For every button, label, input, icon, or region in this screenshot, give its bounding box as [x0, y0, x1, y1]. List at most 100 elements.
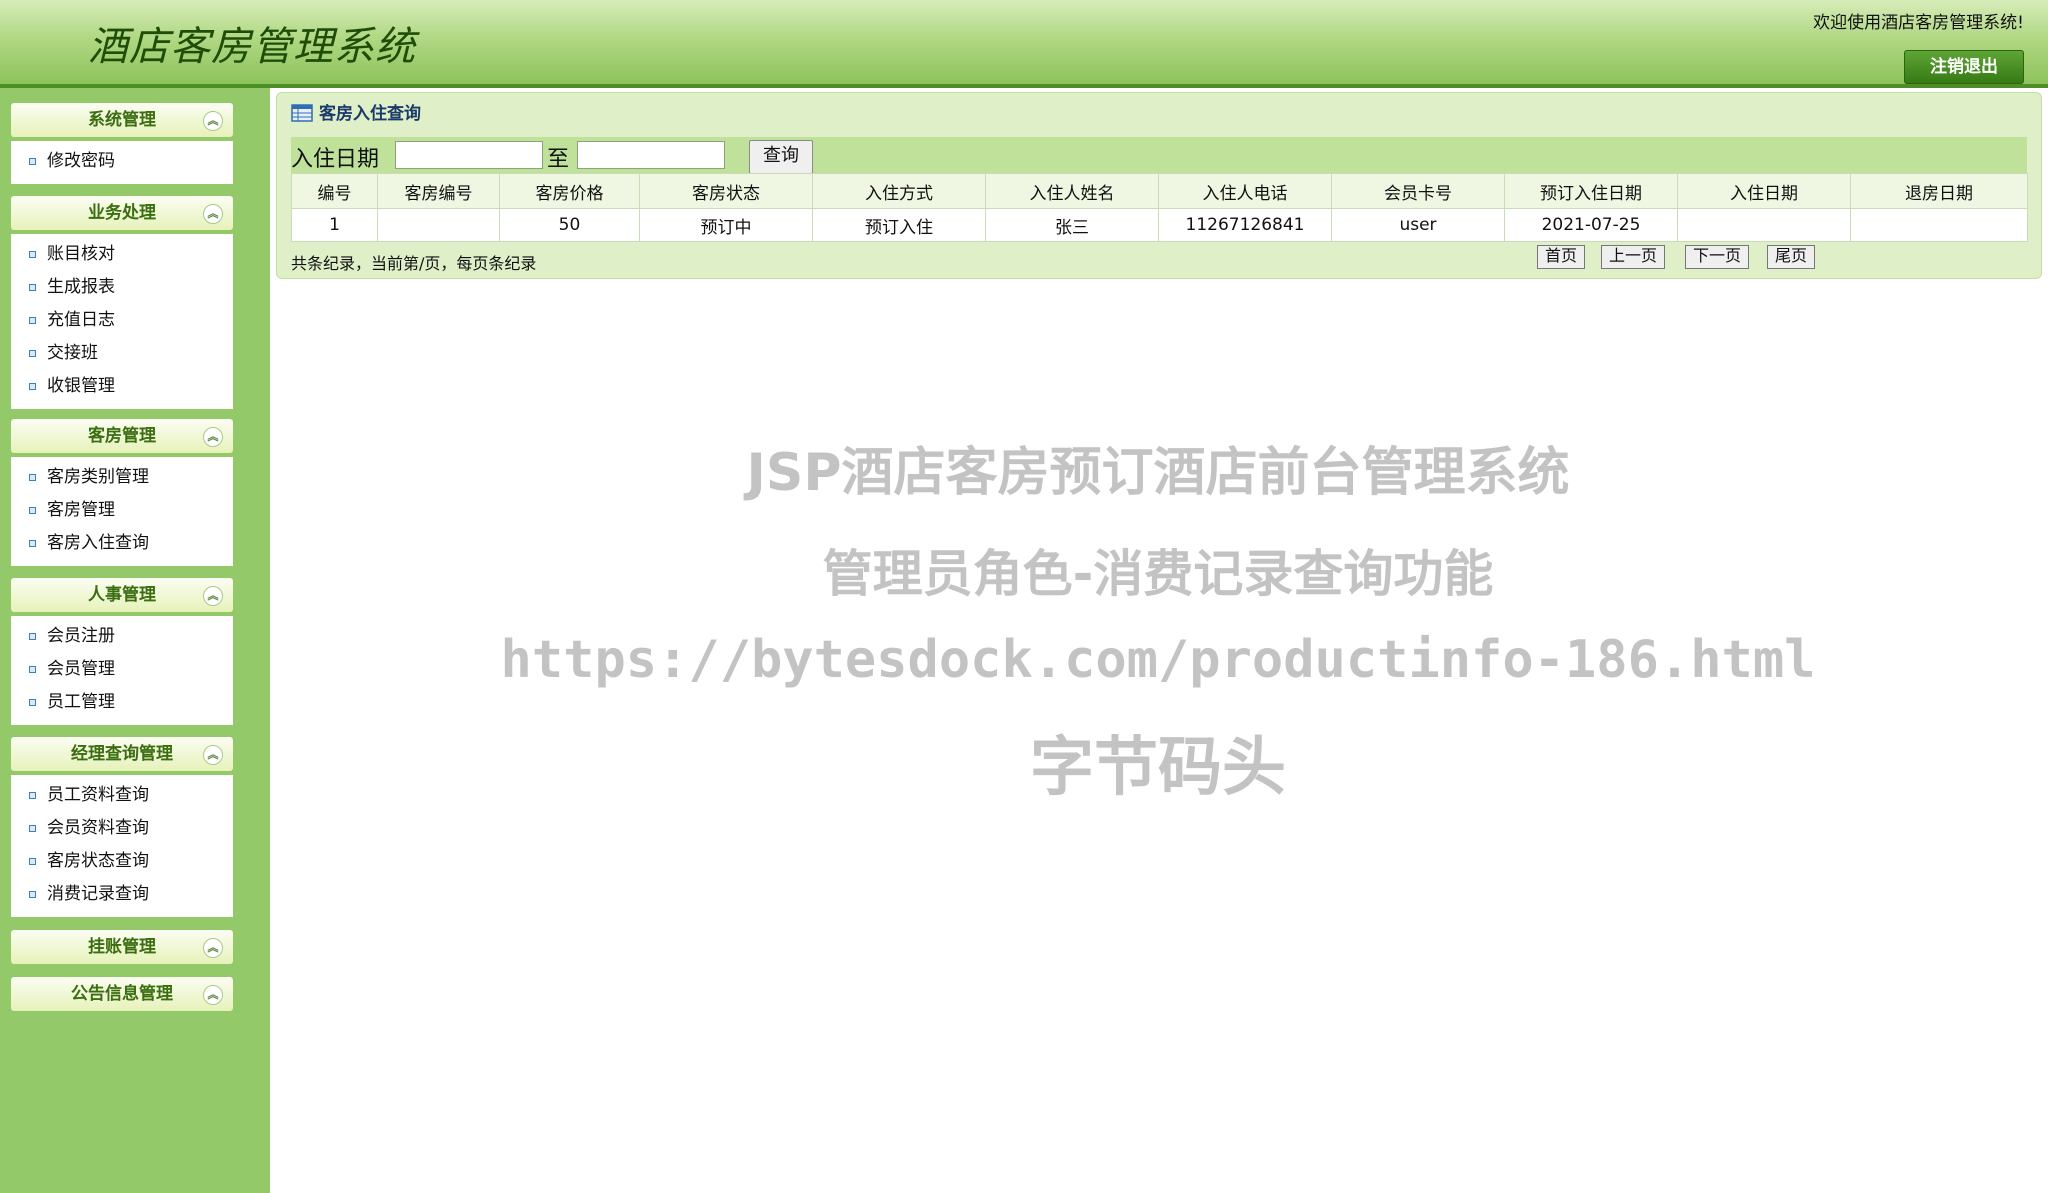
panel-content: 客房入住查询 入住日期 至 查询 编号 客房编号 客房价格 客房状态 入住方式	[291, 93, 2028, 278]
bullet-icon	[29, 251, 36, 258]
bullet-icon	[29, 350, 36, 357]
bullet-icon	[29, 540, 36, 547]
menu-header-label: 挂账管理	[88, 937, 156, 957]
sidebar-item-recharge-log[interactable]: 充值日志	[11, 304, 233, 337]
sidebar-item-room-category[interactable]: 客房类别管理	[11, 461, 233, 494]
table-cell: 预订入住	[812, 208, 986, 242]
next-page-button[interactable]: 下一页	[1685, 245, 1750, 269]
chevron-up-icon[interactable]: ︽	[203, 938, 223, 958]
bullet-icon	[29, 317, 36, 324]
bullet-icon	[29, 158, 36, 165]
pager-summary: 共条纪录，当前第/页，每页条纪录	[291, 254, 537, 273]
column-header: 客房价格	[499, 173, 640, 209]
start-date-input[interactable]	[395, 141, 543, 169]
table-cell	[1850, 208, 2028, 242]
menu-body: 账目核对 生成报表 充值日志 交接班 收银管理	[11, 234, 233, 409]
menu-header-business[interactable]: 业务处理 ︽	[11, 196, 233, 230]
menu-group-business: 业务处理 ︽ 账目核对 生成报表 充值日志 交接班 收银管理	[11, 196, 233, 409]
column-header: 会员卡号	[1331, 173, 1505, 209]
sidebar-item-label: 员工资料查询	[47, 785, 149, 805]
menu-header-personnel[interactable]: 人事管理 ︽	[11, 578, 233, 612]
table-cell: 预订中	[639, 208, 813, 242]
sidebar-item-checkin-query[interactable]: 客房入住查询	[11, 527, 233, 560]
chevron-up-icon[interactable]: ︽	[203, 204, 223, 224]
sidebar-item-staff-management[interactable]: 员工管理	[11, 686, 233, 719]
last-page-button[interactable]: 尾页	[1767, 245, 1816, 269]
table-cell: 2021-07-25	[1504, 208, 1678, 242]
bullet-icon	[29, 383, 36, 390]
menu-header-label: 经理查询管理	[71, 744, 173, 764]
first-page-button[interactable]: 首页	[1537, 245, 1586, 269]
prev-page-button[interactable]: 上一页	[1601, 245, 1666, 269]
menu-header-label: 人事管理	[88, 585, 156, 605]
sidebar-item-shift-handover[interactable]: 交接班	[11, 337, 233, 370]
end-date-input[interactable]	[577, 141, 725, 169]
table-cell: 50	[499, 208, 640, 242]
chevron-up-icon[interactable]: ︽	[203, 111, 223, 131]
menu-group-personnel: 人事管理 ︽ 会员注册 会员管理 员工管理	[11, 578, 233, 725]
menu-group-rooms: 客房管理 ︽ 客房类别管理 客房管理 客房入住查询	[11, 419, 233, 566]
sidebar-item-staff-info-query[interactable]: 员工资料查询	[11, 779, 233, 812]
sidebar-item-label: 充值日志	[47, 310, 115, 330]
sidebar-item-label: 账目核对	[47, 244, 115, 264]
bullet-icon	[29, 507, 36, 514]
table-cell	[1677, 208, 1851, 242]
bullet-icon	[29, 666, 36, 673]
table-cell: 11267126841	[1158, 208, 1332, 242]
sidebar-item-label: 会员管理	[47, 659, 115, 679]
column-header: 客房编号	[377, 173, 500, 209]
menu-header-system[interactable]: 系统管理 ︽	[11, 103, 233, 137]
sidebar-item-member-management[interactable]: 会员管理	[11, 653, 233, 686]
column-header: 编号	[291, 173, 378, 209]
table-cell: 张三	[985, 208, 1159, 242]
sidebar-item-change-password[interactable]: 修改密码	[11, 145, 233, 178]
chevron-up-icon[interactable]: ︽	[203, 745, 223, 765]
sidebar-item-member-info-query[interactable]: 会员资料查询	[11, 812, 233, 845]
table-icon	[291, 104, 313, 122]
sidebar-item-label: 生成报表	[47, 277, 115, 297]
sidebar-item-generate-report[interactable]: 生成报表	[11, 271, 233, 304]
sidebar-item-label: 员工管理	[47, 692, 115, 712]
column-header: 退房日期	[1850, 173, 2028, 209]
table-cell	[377, 208, 500, 242]
column-header: 入住日期	[1677, 173, 1851, 209]
column-header: 客房状态	[639, 173, 813, 209]
sidebar-item-label: 客房类别管理	[47, 467, 149, 487]
sidebar-item-consumption-query[interactable]: 消费记录查询	[11, 878, 233, 911]
menu-header-manager-query[interactable]: 经理查询管理 ︽	[11, 737, 233, 771]
sidebar-item-label: 会员注册	[47, 626, 115, 646]
bullet-icon	[29, 792, 36, 799]
chevron-up-icon[interactable]: ︽	[203, 586, 223, 606]
logout-button[interactable]: 注销退出	[1904, 50, 2024, 84]
menu-group-manager-query: 经理查询管理 ︽ 员工资料查询 会员资料查询 客房状态查询 消费记录查询	[11, 737, 233, 917]
sidebar-item-room-status-query[interactable]: 客房状态查询	[11, 845, 233, 878]
query-button[interactable]: 查询	[749, 140, 813, 174]
menu-header-label: 系统管理	[88, 110, 156, 130]
chevron-up-icon[interactable]: ︽	[203, 427, 223, 447]
table-row: 1 50 预订中 预订入住 张三 11267126841 user 2021-0…	[291, 208, 2028, 242]
menu-header-rooms[interactable]: 客房管理 ︽	[11, 419, 233, 453]
sidebar-item-cashier[interactable]: 收银管理	[11, 370, 233, 403]
column-header: 入住人电话	[1158, 173, 1332, 209]
menu-header-credit[interactable]: 挂账管理 ︽	[11, 930, 233, 964]
sidebar-item-account-check[interactable]: 账目核对	[11, 238, 233, 271]
sidebar-item-label: 客房管理	[47, 500, 115, 520]
menu-header-label: 业务处理	[88, 203, 156, 223]
chevron-up-icon[interactable]: ︽	[203, 985, 223, 1005]
column-header: 入住人姓名	[985, 173, 1159, 209]
column-header: 预订入住日期	[1504, 173, 1678, 209]
table-header-row: 编号 客房编号 客房价格 客房状态 入住方式 入住人姓名 入住人电话 会员卡号 …	[291, 173, 2028, 209]
bullet-icon	[29, 284, 36, 291]
panel-title: 客房入住查询	[291, 103, 421, 125]
sidebar-item-member-register[interactable]: 会员注册	[11, 620, 233, 653]
menu-header-announcement[interactable]: 公告信息管理 ︽	[11, 977, 233, 1011]
checkin-query-panel: 客房入住查询 入住日期 至 查询 编号 客房编号 客房价格 客房状态 入住方式	[276, 92, 2042, 279]
app-title: 酒店客房管理系统	[88, 24, 416, 70]
sidebar-item-room-management[interactable]: 客房管理	[11, 494, 233, 527]
menu-body: 会员注册 会员管理 员工管理	[11, 616, 233, 725]
menu-group-system: 系统管理 ︽ 修改密码	[11, 103, 233, 184]
bullet-icon	[29, 858, 36, 865]
to-label: 至	[547, 147, 570, 172]
panel-title-text: 客房入住查询	[319, 104, 421, 124]
checkin-table: 编号 客房编号 客房价格 客房状态 入住方式 入住人姓名 入住人电话 会员卡号 …	[291, 173, 2028, 242]
